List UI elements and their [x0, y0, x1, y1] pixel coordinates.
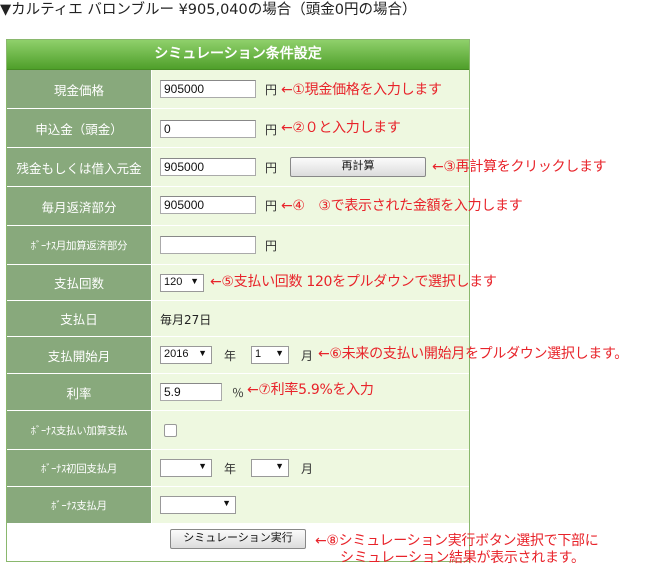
start-month-label: 支払開始月	[7, 337, 152, 373]
row-interest-rate: 利率 5.9 ％	[7, 374, 469, 411]
start-year-select[interactable]: 2016 ▼	[160, 346, 212, 364]
note-run-line2: シミュレーション結果が表示されます。	[340, 550, 585, 566]
loan-principal-unit: 円	[265, 161, 278, 175]
bonus-first-year-unit: 年	[224, 462, 237, 476]
row-pay-day: 支払日 毎月27日	[7, 301, 469, 337]
note-start-month: ←⑥未来の支払い開始月をプルダウン選択します。	[318, 346, 628, 362]
bonus-add-label: ﾎﾞｰﾅｽ月加算返済部分	[7, 226, 152, 264]
row-bonus-add: ﾎﾞｰﾅｽ月加算返済部分 円	[7, 226, 469, 265]
row-bonus-first-month: ﾎﾞｰﾅｽ初回支払月 ▼ 年 ▼ 月	[7, 450, 469, 487]
bonus-first-month-select[interactable]: ▼	[251, 459, 289, 477]
pay-day-label: 支払日	[7, 301, 152, 336]
pay-day-value: 毎月27日	[160, 313, 212, 327]
down-payment-unit: 円	[265, 123, 278, 137]
row-loan-principal: 残金もしくは借入元金 905000 円 再計算	[7, 148, 469, 187]
page-title: ▼カルティエ バロンブルー ¥905,040の場合（頭金0円の場合）	[0, 2, 417, 18]
interest-rate-label: 利率	[7, 374, 152, 410]
payment-count-value: 120	[164, 276, 183, 288]
payment-count-select[interactable]: 120 ▼	[160, 274, 204, 292]
chevron-down-icon: ▼	[198, 348, 207, 358]
bonus-add-input[interactable]	[160, 236, 256, 254]
loan-principal-label: 残金もしくは借入元金	[7, 148, 152, 186]
note-recalculate: ←③再計算をクリックします	[432, 159, 607, 175]
start-month-unit: 月	[301, 349, 314, 363]
bonus-add-unit: 円	[265, 239, 278, 253]
note-price: ←①現金価格を入力します	[281, 82, 442, 98]
monthly-payment-label: 毎月返済部分	[7, 187, 152, 225]
bonus-first-month-label: ﾎﾞｰﾅｽ初回支払月	[7, 450, 152, 486]
note-down-payment: ←②０と入力します	[281, 120, 401, 136]
down-payment-input[interactable]: 0	[160, 120, 256, 138]
monthly-payment-input[interactable]: 905000	[160, 196, 256, 214]
bonus-first-year-select[interactable]: ▼	[160, 459, 212, 477]
chevron-down-icon: ▼	[222, 498, 231, 508]
panel-header: シミュレーション条件設定	[7, 40, 469, 70]
bonus-month-select[interactable]: ▼	[160, 496, 236, 514]
interest-rate-input[interactable]: 5.9	[160, 383, 222, 401]
price-unit: 円	[265, 83, 278, 97]
note-monthly-payment: ←④ ③で表示された金額を入力します	[281, 198, 523, 214]
monthly-payment-unit: 円	[265, 199, 278, 213]
down-payment-label: 申込金（頭金）	[7, 109, 152, 147]
start-year-value: 2016	[164, 348, 189, 360]
chevron-down-icon: ▼	[198, 461, 207, 471]
bonus-month-label: ﾎﾞｰﾅｽ支払月	[7, 487, 152, 523]
start-month-select[interactable]: 1 ▼	[251, 346, 289, 364]
run-simulation-button[interactable]: シミュレーション実行	[170, 529, 306, 549]
chevron-down-icon: ▼	[275, 348, 284, 358]
bonus-first-month-unit: 月	[301, 462, 314, 476]
row-bonus-month: ﾎﾞｰﾅｽ支払月 ▼	[7, 487, 469, 524]
row-bonus-pay: ﾎﾞｰﾅｽ支払い加算支払	[7, 411, 469, 450]
price-input[interactable]: 905000	[160, 80, 256, 98]
start-month-value: 1	[255, 348, 262, 360]
bonus-pay-label: ﾎﾞｰﾅｽ支払い加算支払	[7, 411, 152, 449]
bonus-pay-checkbox[interactable]	[164, 424, 177, 437]
price-label: 現金価格	[7, 70, 152, 108]
chevron-down-icon: ▼	[275, 461, 284, 471]
start-year-unit: 年	[224, 349, 237, 363]
loan-principal-input[interactable]: 905000	[160, 158, 256, 176]
note-interest-rate: ←⑦利率5.9%を入力	[247, 382, 374, 398]
payment-count-label: 支払回数	[7, 265, 152, 300]
chevron-down-icon: ▼	[190, 276, 199, 286]
interest-rate-unit: ％	[232, 386, 245, 400]
note-payment-count: ←⑤支払い回数 120をプルダウンで選択します	[210, 274, 497, 290]
recalculate-button[interactable]: 再計算	[290, 157, 426, 177]
